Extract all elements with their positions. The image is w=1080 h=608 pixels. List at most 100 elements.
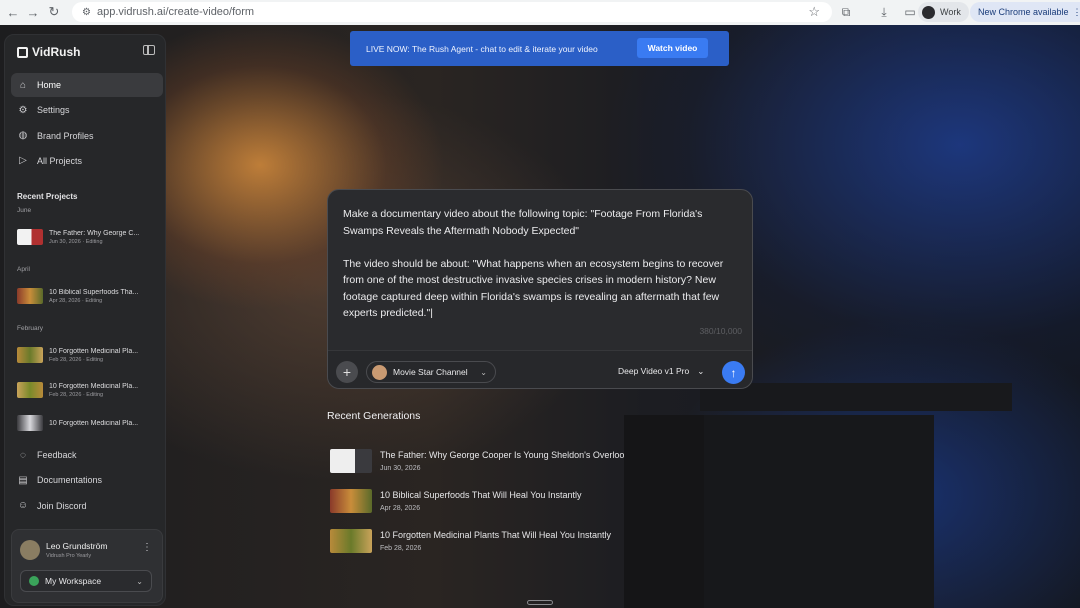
arrow-up-icon: ↑ — [730, 365, 737, 380]
recent-project-item[interactable]: The Father: Why George C... Jun 30, 2026… — [17, 225, 159, 249]
profile-avatar — [922, 5, 935, 19]
home-icon: ⌂ — [19, 79, 27, 91]
generation-date: Feb 28, 2026 — [380, 545, 422, 552]
project-name: 10 Biblical Superfoods Tha... — [49, 288, 139, 296]
sidebar-item-label: All Projects — [37, 155, 83, 166]
send-button[interactable]: ↑ — [722, 361, 745, 384]
sidebar-item-feedback[interactable]: ◌ Feedback — [11, 443, 163, 467]
url-text: app.vidrush.ai/create-video/form — [96, 6, 255, 18]
generation-name: 10 Forgotten Medicinal Plants That Will … — [380, 530, 611, 540]
project-name: 10 Forgotten Medicinal Pla... — [49, 347, 139, 355]
profile-chip[interactable]: Work — [918, 2, 969, 22]
project-thumbnail — [17, 382, 43, 398]
sidebar-item-brand-profiles[interactable]: ◍ Brand Profiles — [11, 124, 163, 148]
brand-name: VidRush — [32, 45, 81, 59]
chrome-update-button[interactable]: New Chrome available ⋮ — [970, 2, 1080, 22]
project-meta: Feb 28, 2026 · Editing — [49, 391, 104, 398]
generation-item[interactable]: 10 Biblical Superfoods That Will Heal Yo… — [330, 488, 630, 514]
recent-projects-heading: Recent Projects — [17, 192, 78, 201]
avatar[interactable] — [20, 540, 40, 560]
channel-label: Movie Star Channel — [393, 367, 468, 377]
model-label: Deep Video v1 Pro — [618, 366, 690, 376]
channel-avatar — [372, 364, 387, 380]
sidebar-item-join-discord[interactable]: ☺ Join Discord — [11, 494, 163, 518]
recent-project-item[interactable]: 10 Forgotten Medicinal Pla... Feb 28, 20… — [17, 378, 159, 402]
chevron-down-icon: ⌄ — [480, 367, 487, 377]
download-icon[interactable]: ⤓ — [874, 3, 894, 21]
model-select[interactable]: Deep Video v1 Pro ⌄ — [618, 366, 704, 377]
sidebar-item-home[interactable]: ⌂ Home — [11, 73, 163, 97]
cast-icon[interactable]: ▭ — [900, 3, 920, 21]
workspace-label: My Workspace — [45, 576, 102, 586]
background-block — [624, 415, 704, 608]
user-card: Leo Grundström Vidrush Pro Yearly ⋮ My W… — [11, 529, 163, 603]
sidebar-item-label: Join Discord — [37, 500, 87, 511]
sidebar-item-settings[interactable]: ⚙ Settings — [11, 98, 163, 122]
month-label: June — [17, 207, 32, 214]
sidebar-item-label: Brand Profiles — [37, 130, 94, 141]
generation-item[interactable]: 10 Forgotten Medicinal Plants That Will … — [330, 528, 630, 554]
recent-project-item[interactable]: 10 Forgotten Medicinal Pla... Feb 28, 20… — [17, 343, 159, 367]
project-meta: Jun 30, 2026 · Editing — [49, 238, 103, 245]
chevron-down-icon: ⌄ — [697, 366, 705, 376]
project-thumbnail — [17, 229, 43, 245]
sidebar-item-documentations[interactable]: ▤ Documentations — [11, 468, 163, 492]
user-plan: Vidrush Pro Yearly — [46, 553, 92, 559]
prompt-card: Make a documentary video about the follo… — [327, 189, 753, 389]
prompt-textarea[interactable]: Make a documentary video about the follo… — [343, 206, 743, 322]
add-attachment-button[interactable]: + — [336, 361, 358, 383]
back-icon[interactable]: ← — [2, 1, 24, 23]
project-thumbnail — [17, 415, 43, 431]
generation-thumbnail — [330, 489, 372, 513]
generation-name: 10 Biblical Superfoods That Will Heal Yo… — [380, 490, 582, 500]
sidebar-item-all-projects[interactable]: ▷ All Projects — [11, 149, 163, 173]
reload-icon[interactable]: ↻ — [43, 1, 65, 23]
character-counter: 380/10,000 — [699, 326, 742, 336]
chat-icon: ◌ — [20, 449, 26, 461]
address-bar[interactable]: ⚙ app.vidrush.ai/create-video/form ☆ — [72, 2, 832, 22]
prompt-toolbar: + Movie Star Channel ⌄ Deep Video v1 Pro… — [328, 350, 752, 388]
document-icon: ▤ — [18, 474, 28, 486]
banner-text: LIVE NOW: The Rush Agent - chat to edit … — [366, 43, 598, 54]
recent-project-item[interactable]: 10 Biblical Superfoods Tha... Apr 28, 20… — [17, 284, 159, 308]
project-meta: Feb 28, 2026 · Editing — [49, 356, 104, 363]
scroll-handle[interactable] — [527, 600, 553, 605]
month-label: April — [17, 266, 31, 273]
generation-date: Jun 30, 2026 — [380, 465, 421, 472]
bookmark-star-icon[interactable]: ☆ — [808, 4, 820, 20]
forward-icon[interactable]: → — [22, 1, 44, 23]
generation-thumbnail — [330, 449, 372, 473]
generation-item[interactable]: The Father: Why George Cooper Is Young S… — [330, 448, 630, 474]
background-block — [704, 415, 934, 608]
workspace-icon — [29, 576, 39, 586]
recent-generations-heading: Recent Generations — [327, 410, 421, 422]
channel-select[interactable]: Movie Star Channel ⌄ — [366, 361, 496, 383]
project-name: The Father: Why George C... — [49, 229, 140, 237]
workspace-select[interactable]: My Workspace ⌄ — [20, 570, 152, 592]
update-label: New Chrome available — [978, 7, 1069, 17]
profile-label: Work — [940, 7, 961, 17]
sidebar: VidRush ⌂ Home ⚙ Settings ◍ Brand Profil… — [4, 34, 166, 606]
sidebar-item-label: Home — [37, 80, 62, 90]
generation-name: The Father: Why George Cooper Is Young S… — [380, 450, 624, 460]
more-vert-icon[interactable]: ⋮ — [142, 542, 152, 553]
sidebar-bottom-nav: ◌ Feedback ▤ Documentations ☺ Join Disco… — [11, 443, 163, 519]
sidebar-collapse-icon[interactable] — [143, 45, 155, 55]
live-banner: LIVE NOW: The Rush Agent - chat to edit … — [350, 31, 729, 66]
sidebar-item-label: Feedback — [37, 450, 77, 460]
palette-icon: ◍ — [18, 130, 28, 142]
user-name: Leo Grundström — [46, 541, 108, 551]
month-label: February — [17, 325, 44, 332]
more-vert-icon: ⋮ — [1072, 6, 1080, 17]
sidebar-item-label: Settings — [37, 105, 70, 116]
sidebar-nav: ⌂ Home ⚙ Settings ◍ Brand Profiles ▷ All… — [11, 73, 163, 174]
generation-thumbnail — [330, 529, 372, 553]
vidrush-logo-icon — [17, 46, 28, 58]
site-info-icon[interactable]: ⚙ — [82, 7, 91, 18]
extensions-icon[interactable]: ⧉ — [836, 3, 856, 21]
plus-icon: + — [342, 364, 352, 380]
sidebar-item-label: Documentations — [37, 475, 103, 486]
brand-logo[interactable]: VidRush — [17, 45, 80, 59]
watch-video-button[interactable]: Watch video — [637, 38, 708, 58]
recent-project-item[interactable]: 10 Forgotten Medicinal Pla... — [17, 411, 159, 435]
